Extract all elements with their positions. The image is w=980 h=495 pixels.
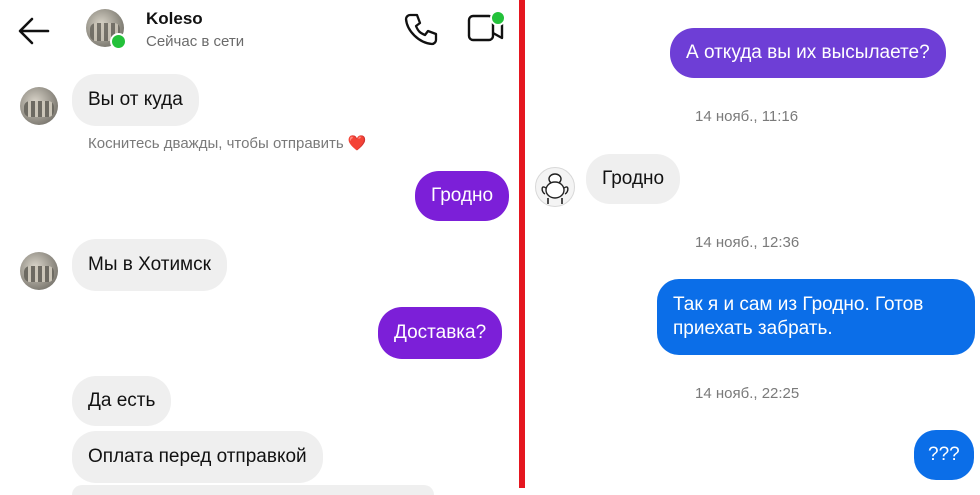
hint-text: Коснитесь дважды, чтобы отправить xyxy=(88,135,344,152)
message-incoming-partial xyxy=(72,485,434,495)
contact-name[interactable]: Koleso xyxy=(146,9,203,29)
message-outgoing[interactable]: А откуда вы их высылаете? xyxy=(670,28,946,78)
online-status-dot xyxy=(110,33,127,50)
avatar xyxy=(535,167,575,207)
video-activity-dot xyxy=(490,10,506,26)
double-tap-hint: Коснитесь дважды, чтобы отправить ❤️ xyxy=(88,134,367,152)
contact-status: Сейчас в сети xyxy=(146,33,245,50)
mascot-icon xyxy=(541,173,569,204)
timestamp: 14 нояб., 11:16 xyxy=(695,108,799,125)
back-arrow-icon[interactable] xyxy=(16,14,52,48)
avatar xyxy=(20,87,58,125)
message-incoming[interactable]: Вы от куда xyxy=(72,74,199,126)
message-outgoing[interactable]: ??? xyxy=(914,430,974,480)
heart-icon: ❤️ xyxy=(347,135,367,152)
message-outgoing[interactable]: Гродно xyxy=(415,171,510,221)
timestamp: 14 нояб., 12:36 xyxy=(695,234,800,251)
timestamp: 14 нояб., 22:25 xyxy=(695,385,800,402)
avatar xyxy=(20,252,58,290)
message-outgoing[interactable]: Так я и сам из Гродно. Готов приехать за… xyxy=(657,279,975,355)
message-outgoing[interactable]: Доставка? xyxy=(378,307,503,359)
red-divider-line xyxy=(519,0,525,488)
message-incoming[interactable]: Гродно xyxy=(586,154,681,204)
message-incoming[interactable]: Мы в Хотимск xyxy=(72,239,227,291)
message-incoming[interactable]: Оплата перед отправкой xyxy=(72,431,323,483)
message-incoming[interactable]: Да есть xyxy=(72,376,172,426)
phone-icon[interactable] xyxy=(404,12,438,46)
